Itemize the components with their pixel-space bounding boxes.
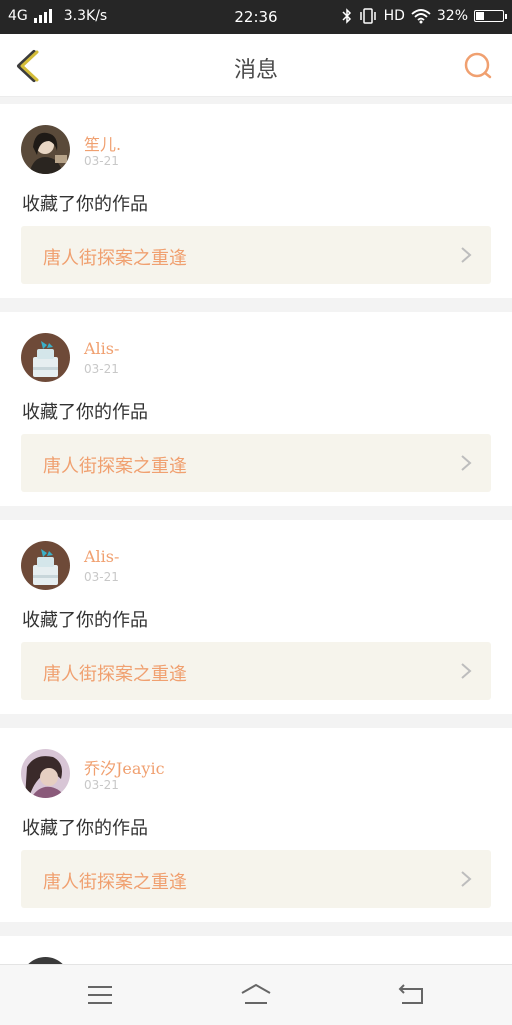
page-title: 消息	[233, 58, 278, 83]
username[interactable]: 笙儿.	[84, 131, 121, 155]
avatar[interactable]	[21, 749, 70, 798]
system-nav-bar	[0, 964, 512, 1025]
home-button[interactable]	[238, 979, 274, 1011]
home-icon	[241, 983, 271, 1004]
message-card[interactable]: 笙儿. 03-21 收藏了你的作品 唐人街探案之重逢	[0, 104, 512, 298]
work-link[interactable]: 唐人街探案之重逢	[21, 850, 491, 908]
message-date: 03-21	[84, 362, 119, 376]
message-card[interactable]: 乔汐Jeayic 03-21 收藏了你的作品 唐人街探案之重逢	[0, 728, 512, 922]
status-right: HD 32%	[342, 8, 507, 24]
chevron-right-icon	[461, 663, 472, 679]
back-icon	[398, 984, 423, 1004]
vibrate-icon	[359, 8, 376, 24]
avatar[interactable]	[21, 541, 70, 590]
message-card[interactable]: Alis- 03-21 收藏了你的作品 唐人街探案之重逢	[0, 312, 512, 506]
menu-button[interactable]	[82, 979, 118, 1011]
work-title: 唐人街探案之重逢	[43, 456, 187, 477]
menu-icon	[88, 986, 112, 1004]
username[interactable]: Alis-	[84, 339, 119, 358]
status-bar: 4G 3.3K/s 22:36 HD 32%	[0, 0, 512, 34]
chevron-right-icon	[461, 455, 472, 471]
hd-indicator: HD	[383, 8, 405, 24]
message-date: 03-21	[84, 778, 119, 792]
work-title: 唐人街探案之重逢	[43, 872, 187, 893]
message-card[interactable]: Alis- 03-21 收藏了你的作品 唐人街探案之重逢	[0, 520, 512, 714]
work-title: 唐人街探案之重逢	[43, 248, 187, 269]
avatar[interactable]	[21, 125, 70, 174]
work-link[interactable]: 唐人街探案之重逢	[21, 642, 491, 700]
work-title: 唐人街探案之重逢	[43, 664, 187, 685]
message-action: 收藏了你的作品	[22, 194, 148, 215]
chevron-right-icon	[461, 871, 472, 887]
search-button[interactable]	[462, 50, 494, 82]
app-header: 消息	[0, 34, 512, 97]
battery-percent: 32%	[436, 8, 468, 24]
message-action: 收藏了你的作品	[22, 610, 148, 631]
work-link[interactable]: 唐人街探案之重逢	[21, 434, 491, 492]
username[interactable]: Alis-	[84, 547, 119, 566]
message-date: 03-21	[84, 154, 119, 168]
avatar[interactable]	[21, 333, 70, 382]
work-link[interactable]: 唐人街探案之重逢	[21, 226, 491, 284]
wifi-icon	[411, 9, 431, 24]
message-action: 收藏了你的作品	[22, 402, 148, 423]
username[interactable]: 乔汐Jeayic	[84, 755, 165, 779]
search-icon	[464, 52, 492, 79]
chevron-right-icon	[461, 247, 472, 263]
battery-icon	[474, 10, 507, 22]
back-nav-button[interactable]	[394, 979, 430, 1011]
message-date: 03-21	[84, 570, 119, 584]
message-action: 收藏了你的作品	[22, 818, 148, 839]
bluetooth-icon	[342, 8, 351, 24]
